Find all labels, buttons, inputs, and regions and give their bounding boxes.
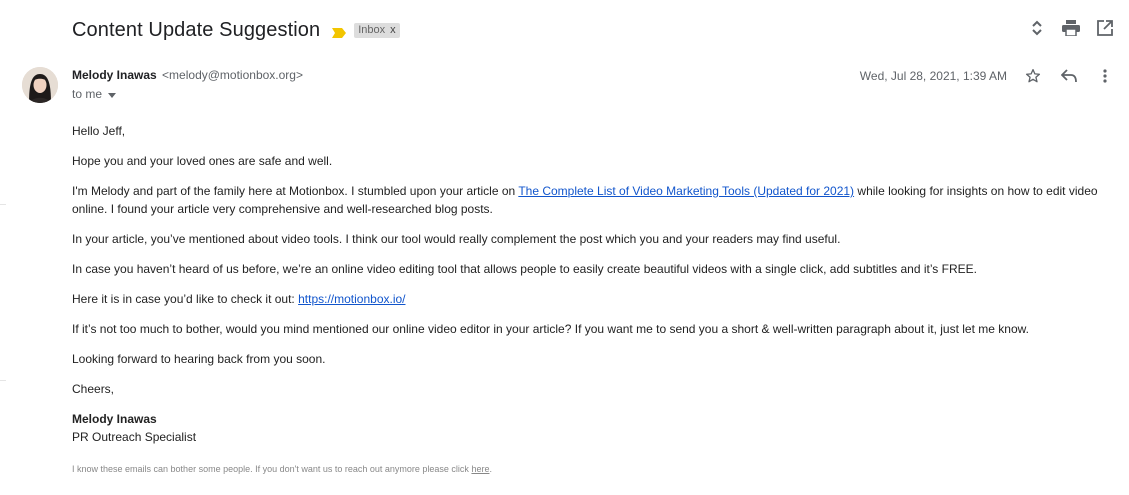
body-paragraph: In case you haven’t heard of us before, … <box>72 262 977 276</box>
footer-text: I know these emails can bother some peop… <box>72 464 472 474</box>
sender-avatar[interactable] <box>22 67 58 103</box>
star-icon[interactable] <box>1023 66 1043 86</box>
body-paragraph: In your article, you’ve mentioned about … <box>72 232 841 246</box>
body-text: Here it is in case you’d like to check i… <box>72 292 299 306</box>
inbox-label-chip: Inbox x <box>354 22 400 38</box>
sender-email: <melody@motionbox.org> <box>162 68 303 82</box>
footer-text: . <box>489 464 492 474</box>
email-subject: Content Update Suggestion <box>72 18 321 41</box>
recipient-line: to me <box>72 87 117 101</box>
open-new-window-icon[interactable] <box>1095 18 1115 38</box>
reply-icon[interactable] <box>1059 66 1079 86</box>
message-actions <box>1023 66 1115 86</box>
expand-collapse-icon[interactable] <box>1027 18 1047 38</box>
body-paragraph: Here it is in case you’d like to check i… <box>72 290 1112 308</box>
more-vert-icon[interactable] <box>1095 66 1115 86</box>
sender-name[interactable]: Melody Inawas <box>72 68 157 82</box>
show-details-caret-icon[interactable] <box>108 87 117 101</box>
body-paragraph: If it’s not too much to bother, would yo… <box>72 322 1029 336</box>
article-link[interactable]: The Complete List of Video Marketing Too… <box>518 184 854 198</box>
importance-marker-icon[interactable] <box>332 25 347 38</box>
body-paragraph: Hope you and your loved ones are safe an… <box>72 154 333 168</box>
body-text: I'm Melody and part of the family here a… <box>72 184 519 198</box>
print-icon[interactable] <box>1061 18 1081 38</box>
message-date: Wed, Jul 28, 2021, 1:39 AM <box>859 69 1007 83</box>
signature-title: PR Outreach Specialist <box>72 430 197 444</box>
email-body: Hello Jeff, Hope you and your loved ones… <box>72 122 1112 478</box>
sender-line: Melody Inawas <melody@motionbox.org> <box>72 68 303 82</box>
unsubscribe-note: I know these emails can bother some peop… <box>72 460 1112 478</box>
subject-row: Content Update Suggestion Inbox x <box>72 16 400 44</box>
motionbox-link[interactable]: https://motionbox.io/ <box>298 292 405 306</box>
recipient-text: to me <box>72 87 103 101</box>
signature-name: Melody Inawas <box>72 412 157 426</box>
thread-actions <box>1027 18 1115 38</box>
remove-label-button[interactable]: x <box>390 24 396 36</box>
unsubscribe-link[interactable]: here <box>471 464 489 474</box>
body-paragraph: I'm Melody and part of the family here a… <box>72 182 1112 218</box>
edge-divider <box>0 204 6 205</box>
greeting: Hello Jeff, <box>72 124 126 138</box>
edge-divider <box>0 380 6 381</box>
label-text: Inbox <box>358 23 386 36</box>
body-paragraph: Looking forward to hearing back from you… <box>72 352 326 366</box>
closing: Cheers, <box>72 382 115 396</box>
